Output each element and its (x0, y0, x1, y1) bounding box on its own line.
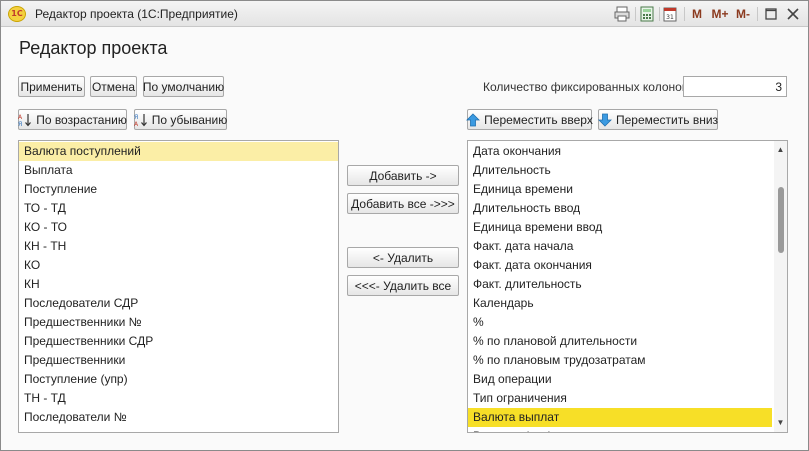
list-item[interactable]: Единица времени (468, 180, 772, 199)
page-title: Редактор проекта (19, 38, 168, 58)
list-item[interactable]: Предшественники № (19, 313, 338, 332)
list-item[interactable]: КО (19, 256, 338, 275)
arrow-up-icon (466, 112, 481, 127)
remove-button[interactable]: <- Удалить (347, 247, 459, 268)
memory-button[interactable]: M (690, 5, 704, 23)
list-item[interactable]: Вид операции (468, 370, 772, 389)
svg-text:Я: Я (18, 121, 22, 127)
title-bar: 1С Редактор проекта (1С:Предприятие) 31 … (1, 1, 808, 27)
scroll-down-icon[interactable]: ▼ (774, 417, 787, 429)
arrow-down-icon (598, 113, 612, 127)
apply-button[interactable]: Применить (18, 76, 85, 97)
add-all-button[interactable]: Добавить все ->>> (347, 193, 459, 214)
fixed-columns-input[interactable] (683, 76, 787, 97)
left-list-rows: Валюта поступлений Выплата Поступление ТО -… (19, 141, 338, 427)
scroll-thumb[interactable] (778, 187, 784, 253)
list-item[interactable]: Факт. дата начала (468, 237, 772, 256)
1c-logo-icon: 1С (8, 6, 26, 22)
print-icon[interactable] (613, 5, 631, 23)
list-item[interactable]: Последователи СДР (19, 294, 338, 313)
fixed-columns-label: Количество фиксированных колонок: (483, 80, 691, 94)
svg-text:Я: Я (134, 114, 138, 121)
sort-ascending-button[interactable]: АЯ По возрастанию (18, 109, 127, 130)
project-editor-window: 1С Редактор проекта (1С:Предприятие) 31 … (0, 0, 809, 451)
cancel-button[interactable]: Отмена (90, 76, 137, 97)
add-button[interactable]: Добавить -> (347, 165, 459, 186)
sort-descending-icon: ЯА (134, 113, 148, 128)
list-item[interactable]: Длительность ввод (468, 199, 772, 218)
list-item[interactable]: Предшественники СДР (19, 332, 338, 351)
sort-ascending-icon: АЯ (18, 113, 32, 128)
list-item[interactable]: % (468, 313, 772, 332)
svg-text:31: 31 (666, 14, 674, 21)
memory-minus-button[interactable]: M- (734, 5, 752, 23)
list-item[interactable]: Длительность (468, 161, 772, 180)
list-item[interactable]: Календарь (468, 294, 772, 313)
close-icon[interactable] (785, 5, 801, 23)
list-item[interactable]: % по плановым трудозатратам (468, 351, 772, 370)
default-button[interactable]: По умолчанию (143, 76, 224, 97)
sort-descending-button[interactable]: ЯА По убыванию (134, 109, 227, 130)
move-up-label: Переместить вверх (484, 112, 593, 127)
window-title: Редактор проекта (1С:Предприятие) (35, 7, 238, 21)
sort-ascending-label: По возрастанию (36, 112, 127, 127)
right-list-rows: Дата окончания Длительность Единица времен… (468, 141, 787, 432)
selected-columns-list[interactable]: Дата окончания Длительность Единица времен… (467, 140, 788, 433)
svg-text:А: А (18, 114, 23, 121)
list-item[interactable]: КН - ТН (19, 237, 338, 256)
maximize-icon[interactable] (763, 5, 779, 23)
list-item[interactable]: ТН - ТД (19, 389, 338, 408)
memory-plus-button[interactable]: M+ (711, 5, 729, 23)
sort-descending-label: По убыванию (151, 112, 228, 127)
calculator-icon[interactable] (638, 5, 656, 23)
list-item[interactable]: Предшественники (19, 351, 338, 370)
list-item[interactable]: КН (19, 275, 338, 294)
calendar-icon[interactable]: 31 (661, 5, 679, 23)
move-down-label: Переместить вниз (615, 112, 719, 127)
list-item[interactable]: Факт. дата окончания (468, 256, 772, 275)
list-item[interactable]: Выплата (упр) (468, 427, 772, 432)
svg-text:А: А (134, 121, 139, 127)
list-item[interactable]: Единица времени ввод (468, 218, 772, 237)
available-columns-list[interactable]: Валюта поступлений Выплата Поступление ТО -… (18, 140, 339, 433)
list-item[interactable]: КО - ТО (19, 218, 338, 237)
list-item[interactable]: Тип ограничения (468, 389, 772, 408)
list-item[interactable]: Последователи № (19, 408, 338, 427)
list-item[interactable]: Валюта выплат (468, 408, 772, 427)
move-down-button[interactable]: Переместить вниз (598, 109, 718, 130)
right-list-scrollbar[interactable]: ▲ ▼ (774, 141, 787, 432)
list-item[interactable]: ТО - ТД (19, 199, 338, 218)
scroll-up-icon[interactable]: ▲ (774, 144, 787, 156)
list-item[interactable]: Дата окончания (468, 142, 772, 161)
list-item[interactable]: % по плановой длительности (468, 332, 772, 351)
list-item[interactable]: Выплата (19, 161, 338, 180)
list-item[interactable]: Поступление (упр) (19, 370, 338, 389)
move-up-button[interactable]: Переместить вверх (466, 109, 593, 130)
list-item[interactable]: Поступление (19, 180, 338, 199)
list-item[interactable]: Факт. длительность (468, 275, 772, 294)
list-item[interactable]: Валюта поступлений (19, 142, 338, 161)
remove-all-button[interactable]: <<<- Удалить все (347, 275, 459, 296)
